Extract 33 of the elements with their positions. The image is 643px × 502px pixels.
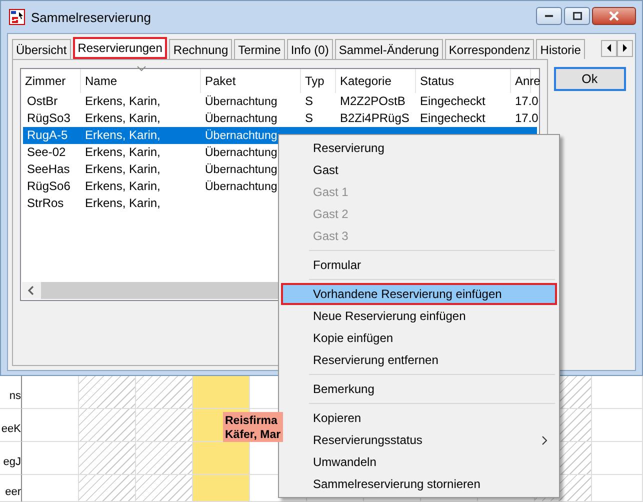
table-cell: See-02: [27, 145, 66, 159]
table-cell: 17.0: [515, 111, 538, 125]
row-header: ns: [0, 376, 22, 409]
window-title: Sammelreservierung: [31, 10, 151, 24]
table-cell: S: [305, 94, 314, 108]
table-cell: Erkens, Karin,: [85, 196, 160, 210]
table-cell: Erkens, Karin,: [85, 128, 160, 142]
table-cell: Übernachtung: [205, 96, 278, 108]
table-cell: StrRos: [27, 196, 64, 210]
table-cell: Erkens, Karin,: [85, 145, 160, 159]
table-cell: Eingecheckt: [420, 111, 486, 125]
table-cell: S: [305, 111, 314, 125]
table-cell: Übernachtung: [205, 181, 278, 193]
table-cell: RugA-5: [27, 128, 68, 142]
table-cell: Übernachtung: [205, 164, 278, 176]
table-cell: Erkens, Karin,: [85, 94, 160, 108]
table-cell: Eingecheckt: [420, 94, 486, 108]
row-header: egJ: [0, 442, 22, 475]
table-cell: Übernachtung: [205, 113, 278, 125]
table-cell: RügSo3: [27, 111, 70, 125]
table-cell: OstBr: [27, 94, 58, 108]
table-cell: M2Z2POstB: [340, 94, 406, 108]
table-cell: Erkens, Karin,: [85, 162, 160, 176]
table-cell: Erkens, Karin,: [85, 111, 160, 125]
table-cell: Übernachtung: [205, 130, 278, 142]
table-cell: Erkens, Karin,: [85, 179, 160, 193]
table-cell: SeeHas: [27, 162, 70, 176]
table-cell: RügSo6: [27, 179, 70, 193]
table-cell: Übernachtung: [205, 147, 278, 159]
row-header: eer: [0, 475, 22, 502]
row-header: eeK: [0, 409, 22, 442]
table-cell: B2Zi4PRügS: [340, 111, 410, 125]
table-cell: 17.0: [515, 94, 538, 108]
